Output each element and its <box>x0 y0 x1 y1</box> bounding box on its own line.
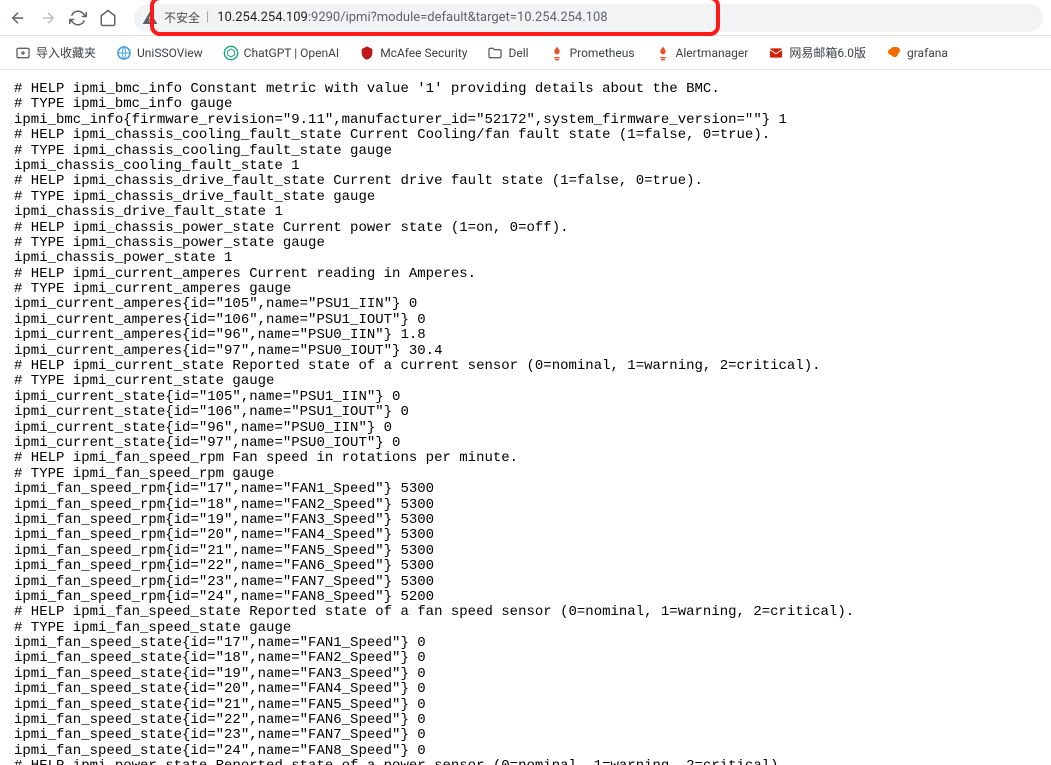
import-bookmarks-label: 导入收藏夹 <box>36 44 96 61</box>
bookmark-mcafee[interactable]: McAfee Security <box>352 41 474 65</box>
bookmark-label: grafana <box>907 46 948 60</box>
reload-button[interactable] <box>68 8 88 28</box>
prometheus-icon <box>549 45 565 61</box>
security-label: 不安全 <box>164 9 200 26</box>
bookmark-label: Prometheus <box>570 46 635 60</box>
browser-toolbar: 不安全 | 10.254.254.109:9290/ipmi?module=de… <box>0 0 1051 36</box>
bookmark-alertmanager[interactable]: Alertmanager <box>648 41 756 65</box>
bookmark-prometheus[interactable]: Prometheus <box>542 41 642 65</box>
insecure-warning-icon <box>142 10 158 26</box>
bookmark-chatgpt[interactable]: ChatGPT | OpenAI <box>216 41 347 65</box>
grafana-icon <box>886 45 902 61</box>
unissoview-icon <box>116 45 132 61</box>
bookmark-label: ChatGPT | OpenAI <box>244 46 340 60</box>
import-icon <box>15 45 31 61</box>
url-text: 10.254.254.109:9290/ipmi?module=default&… <box>217 10 607 25</box>
bookmark-netease-mail[interactable]: 网易邮箱6.0版 <box>761 40 873 65</box>
home-button[interactable] <box>98 8 118 28</box>
bookmark-label: Alertmanager <box>676 46 749 60</box>
bookmark-label: McAfee Security <box>380 46 467 60</box>
bookmarks-bar: 导入收藏夹 UniSSOView ChatGPT | OpenAI McAfee… <box>0 36 1051 70</box>
bookmark-label: Dell <box>508 46 528 60</box>
alertmanager-icon <box>655 45 671 61</box>
bookmark-dell[interactable]: Dell <box>480 41 535 65</box>
page-content: # HELP ipmi_bmc_info Constant metric wit… <box>0 70 1051 765</box>
bookmark-label: 网易邮箱6.0版 <box>789 44 866 61</box>
mcafee-icon <box>359 45 375 61</box>
netease-mail-icon <box>768 45 784 61</box>
bookmark-unissoview[interactable]: UniSSOView <box>109 41 210 65</box>
bookmark-label: UniSSOView <box>137 46 203 60</box>
forward-button[interactable] <box>38 8 58 28</box>
address-bar[interactable]: 不安全 | 10.254.254.109:9290/ipmi?module=de… <box>134 4 1043 32</box>
chatgpt-icon <box>223 45 239 61</box>
import-bookmarks-button[interactable]: 导入收藏夹 <box>8 40 103 65</box>
bookmark-grafana[interactable]: grafana <box>879 41 955 65</box>
back-button[interactable] <box>8 8 28 28</box>
separator: | <box>206 10 209 25</box>
folder-icon <box>487 45 503 61</box>
